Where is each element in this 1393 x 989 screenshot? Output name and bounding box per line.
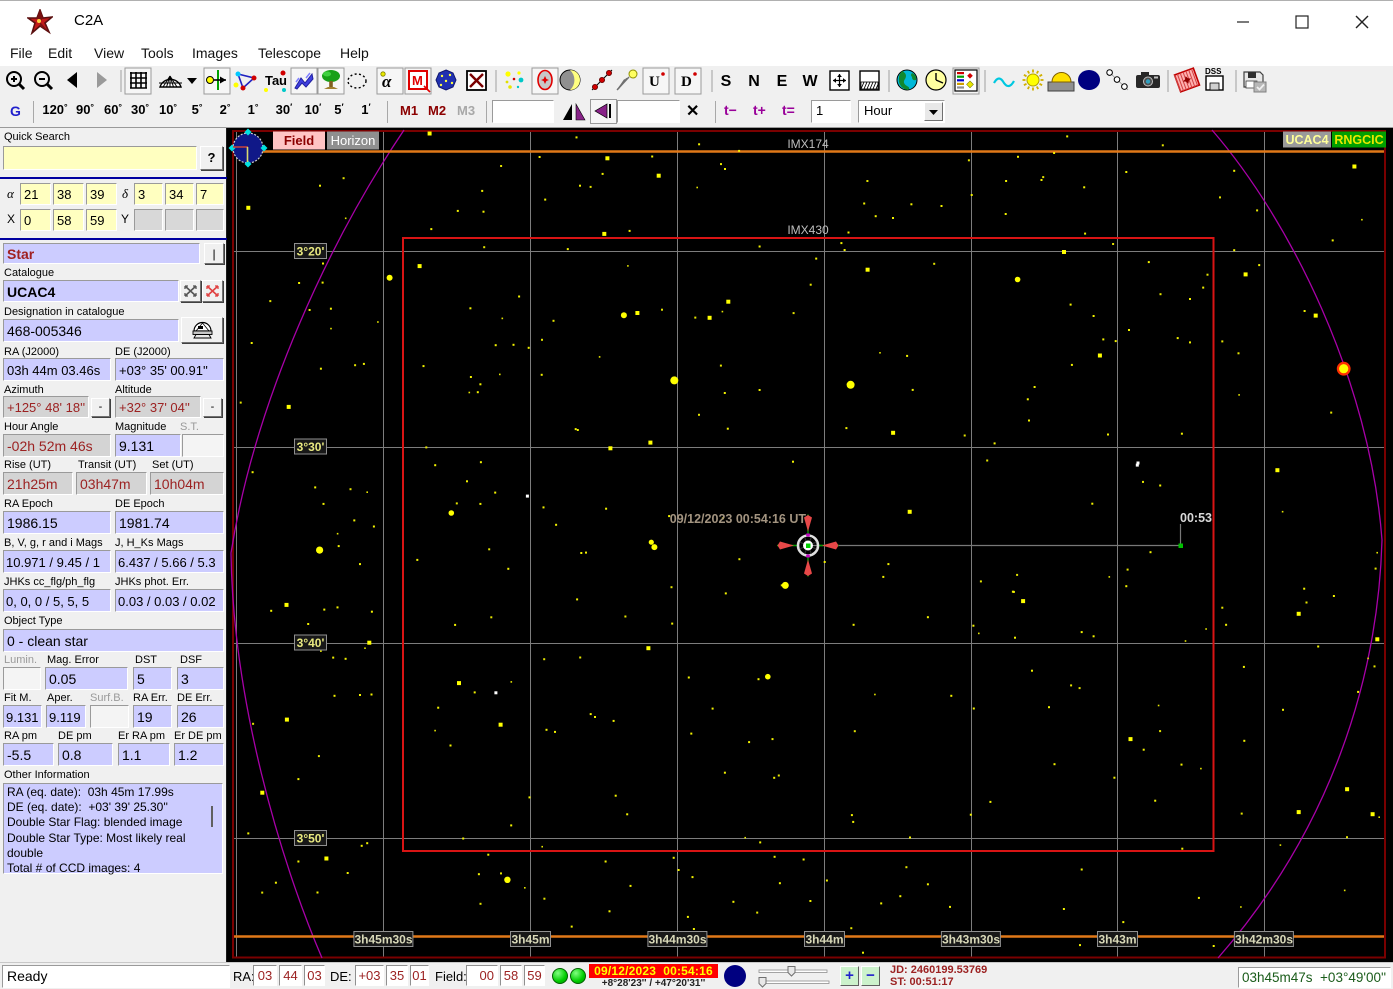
svg-text:UCAC4: UCAC4 xyxy=(1285,133,1328,147)
svg-text:00:53: 00:53 xyxy=(1180,511,1212,525)
svg-text:IMX174: IMX174 xyxy=(787,137,829,151)
svg-text:S: S xyxy=(721,73,732,90)
svg-text:3h44m: 3h44m xyxy=(805,933,843,947)
svg-text:E: E xyxy=(777,73,788,90)
svg-text:U: U xyxy=(649,74,660,90)
svg-text:M: M xyxy=(412,73,423,88)
svg-text:D: D xyxy=(681,74,692,90)
svg-text:DSS: DSS xyxy=(1205,67,1222,76)
svg-text:3h42m30s: 3h42m30s xyxy=(1235,933,1293,947)
svg-text:3h45m: 3h45m xyxy=(511,933,549,947)
svg-text:N: N xyxy=(748,73,760,90)
svg-text:3°50': 3°50' xyxy=(297,832,325,846)
svg-text:3h45m30s: 3h45m30s xyxy=(354,933,412,947)
svg-text:3h43m30s: 3h43m30s xyxy=(942,933,1000,947)
svg-text:IMX430: IMX430 xyxy=(787,223,829,237)
svg-text:3°30': 3°30' xyxy=(297,440,325,454)
svg-text:09/12/2023 00:54:16 UT: 09/12/2023 00:54:16 UT xyxy=(670,512,807,526)
svg-text:3h43m: 3h43m xyxy=(1098,933,1136,947)
svg-text:Horizon: Horizon xyxy=(331,133,376,148)
svg-text:3°40': 3°40' xyxy=(297,636,325,650)
svg-text:Ta: Ta xyxy=(265,73,280,88)
svg-text:RNGCIC: RNGCIC xyxy=(1334,133,1383,147)
svg-text:3h44m30s: 3h44m30s xyxy=(648,933,706,947)
svg-text:W: W xyxy=(802,73,818,90)
svg-text:3°20': 3°20' xyxy=(297,245,325,259)
svg-text:Field: Field xyxy=(284,133,314,148)
